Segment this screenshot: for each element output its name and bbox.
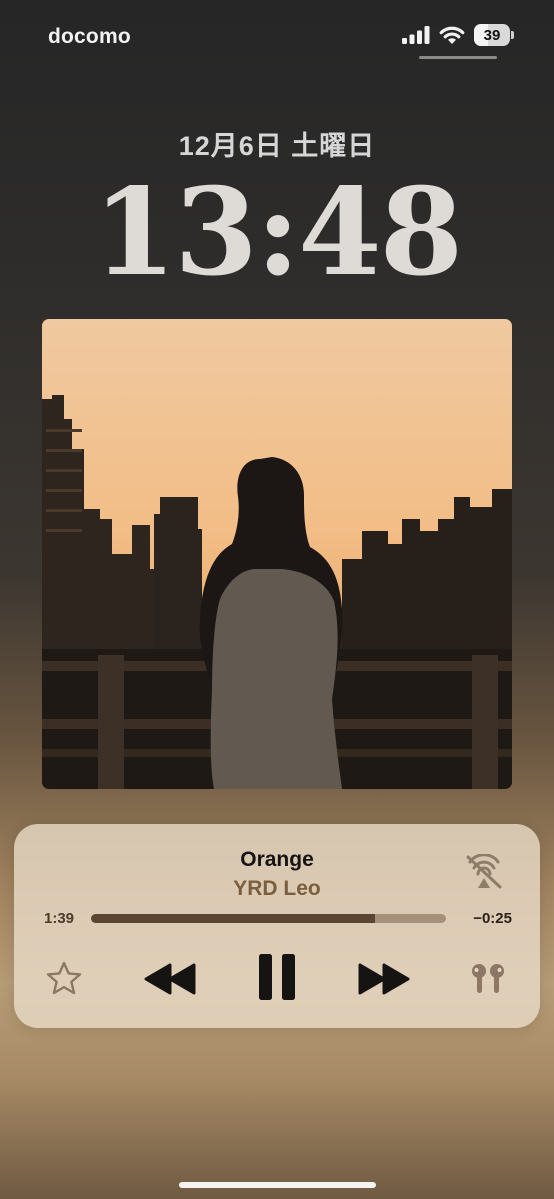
- elapsed-time: 1:39: [44, 910, 75, 927]
- progress-scrubber[interactable]: [91, 914, 446, 923]
- remaining-time: −0:25: [473, 910, 512, 927]
- cellular-signal-icon: [402, 26, 430, 44]
- carrier-name: docomo: [48, 25, 131, 48]
- airplay-disabled-icon[interactable]: [464, 854, 504, 890]
- song-artist[interactable]: YRD Leo: [14, 877, 540, 901]
- battery-icon: 39: [474, 24, 510, 46]
- lock-screen-clock: 13:48: [92, 162, 463, 303]
- control-center-indicator[interactable]: [419, 56, 497, 59]
- status-icons: 39: [402, 24, 514, 46]
- pause-icon: [259, 954, 295, 1000]
- wifi-icon: [439, 26, 465, 44]
- fast-forward-icon: [358, 963, 410, 995]
- rewind-icon: [144, 963, 196, 995]
- now-playing-widget[interactable]: Orange YRD Leo 1:39 −0:25: [14, 824, 540, 1028]
- airpods-icon: [472, 964, 504, 993]
- progress-fill: [91, 914, 375, 923]
- album-artwork-image[interactable]: [42, 319, 512, 789]
- song-title[interactable]: Orange: [14, 848, 540, 872]
- previous-track-button[interactable]: [142, 957, 198, 1001]
- favorite-button[interactable]: [44, 959, 84, 999]
- star-icon: [46, 961, 82, 995]
- battery-tip: [511, 31, 514, 39]
- status-bar: docomo 39: [0, 0, 554, 70]
- home-indicator[interactable]: [179, 1182, 376, 1188]
- pause-button[interactable]: [253, 951, 301, 1003]
- lock-screen-date: 12月6日 土曜日: [178, 131, 376, 161]
- audio-output-button[interactable]: [468, 959, 508, 999]
- battery-percent: 39: [483, 26, 501, 44]
- next-track-button[interactable]: [356, 957, 412, 1001]
